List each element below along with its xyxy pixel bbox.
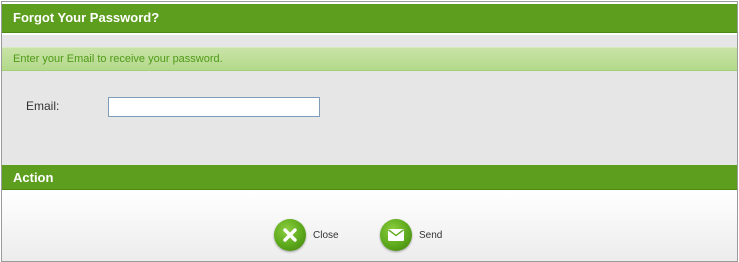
dialog-body: Enter your Email to receive your passwor… xyxy=(2,35,737,165)
action-footer: Close Send xyxy=(2,191,737,261)
action-bar: Action xyxy=(2,165,737,190)
send-button[interactable]: Send xyxy=(380,219,442,251)
forgot-password-dialog: Forgot Your Password? Enter your Email t… xyxy=(1,1,738,262)
dialog-title: Forgot Your Password? xyxy=(13,10,160,25)
email-field[interactable] xyxy=(108,97,320,117)
dialog-title-bar: Forgot Your Password? xyxy=(2,4,737,33)
instruction-bar: Enter your Email to receive your passwor… xyxy=(2,47,737,71)
close-button-label[interactable]: Close xyxy=(313,230,339,241)
action-title: Action xyxy=(13,170,54,185)
instruction-text: Enter your Email to receive your passwor… xyxy=(13,53,223,65)
close-icon[interactable] xyxy=(274,219,306,251)
envelope-icon[interactable] xyxy=(380,219,412,251)
send-button-label[interactable]: Send xyxy=(419,230,442,241)
close-button[interactable]: Close xyxy=(274,219,339,251)
email-label: Email: xyxy=(26,99,60,113)
